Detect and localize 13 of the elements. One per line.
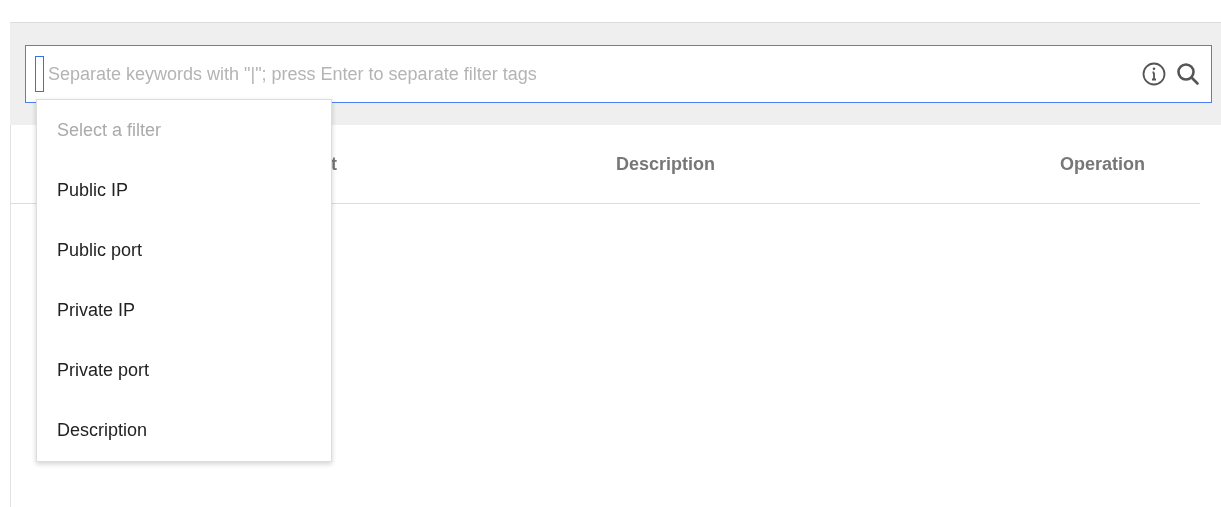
filter-option[interactable]: Public IP (37, 160, 331, 220)
search-icon[interactable] (1176, 62, 1200, 86)
filter-option[interactable]: Public port (37, 220, 331, 280)
column-header: Operation (1060, 153, 1145, 174)
filter-option[interactable]: Private port (37, 340, 331, 400)
text-cursor-icon (35, 56, 44, 92)
column-header: t (331, 153, 337, 174)
filter-option[interactable]: Description (37, 400, 331, 460)
search-field[interactable]: Separate keywords with "|"; press Enter to separate filter tags (25, 45, 1212, 103)
filter-option[interactable]: Private IP (37, 280, 331, 340)
info-icon[interactable] (1142, 62, 1166, 86)
dropdown-title: Select a filter (57, 119, 162, 141)
column-header: Description (616, 153, 716, 174)
